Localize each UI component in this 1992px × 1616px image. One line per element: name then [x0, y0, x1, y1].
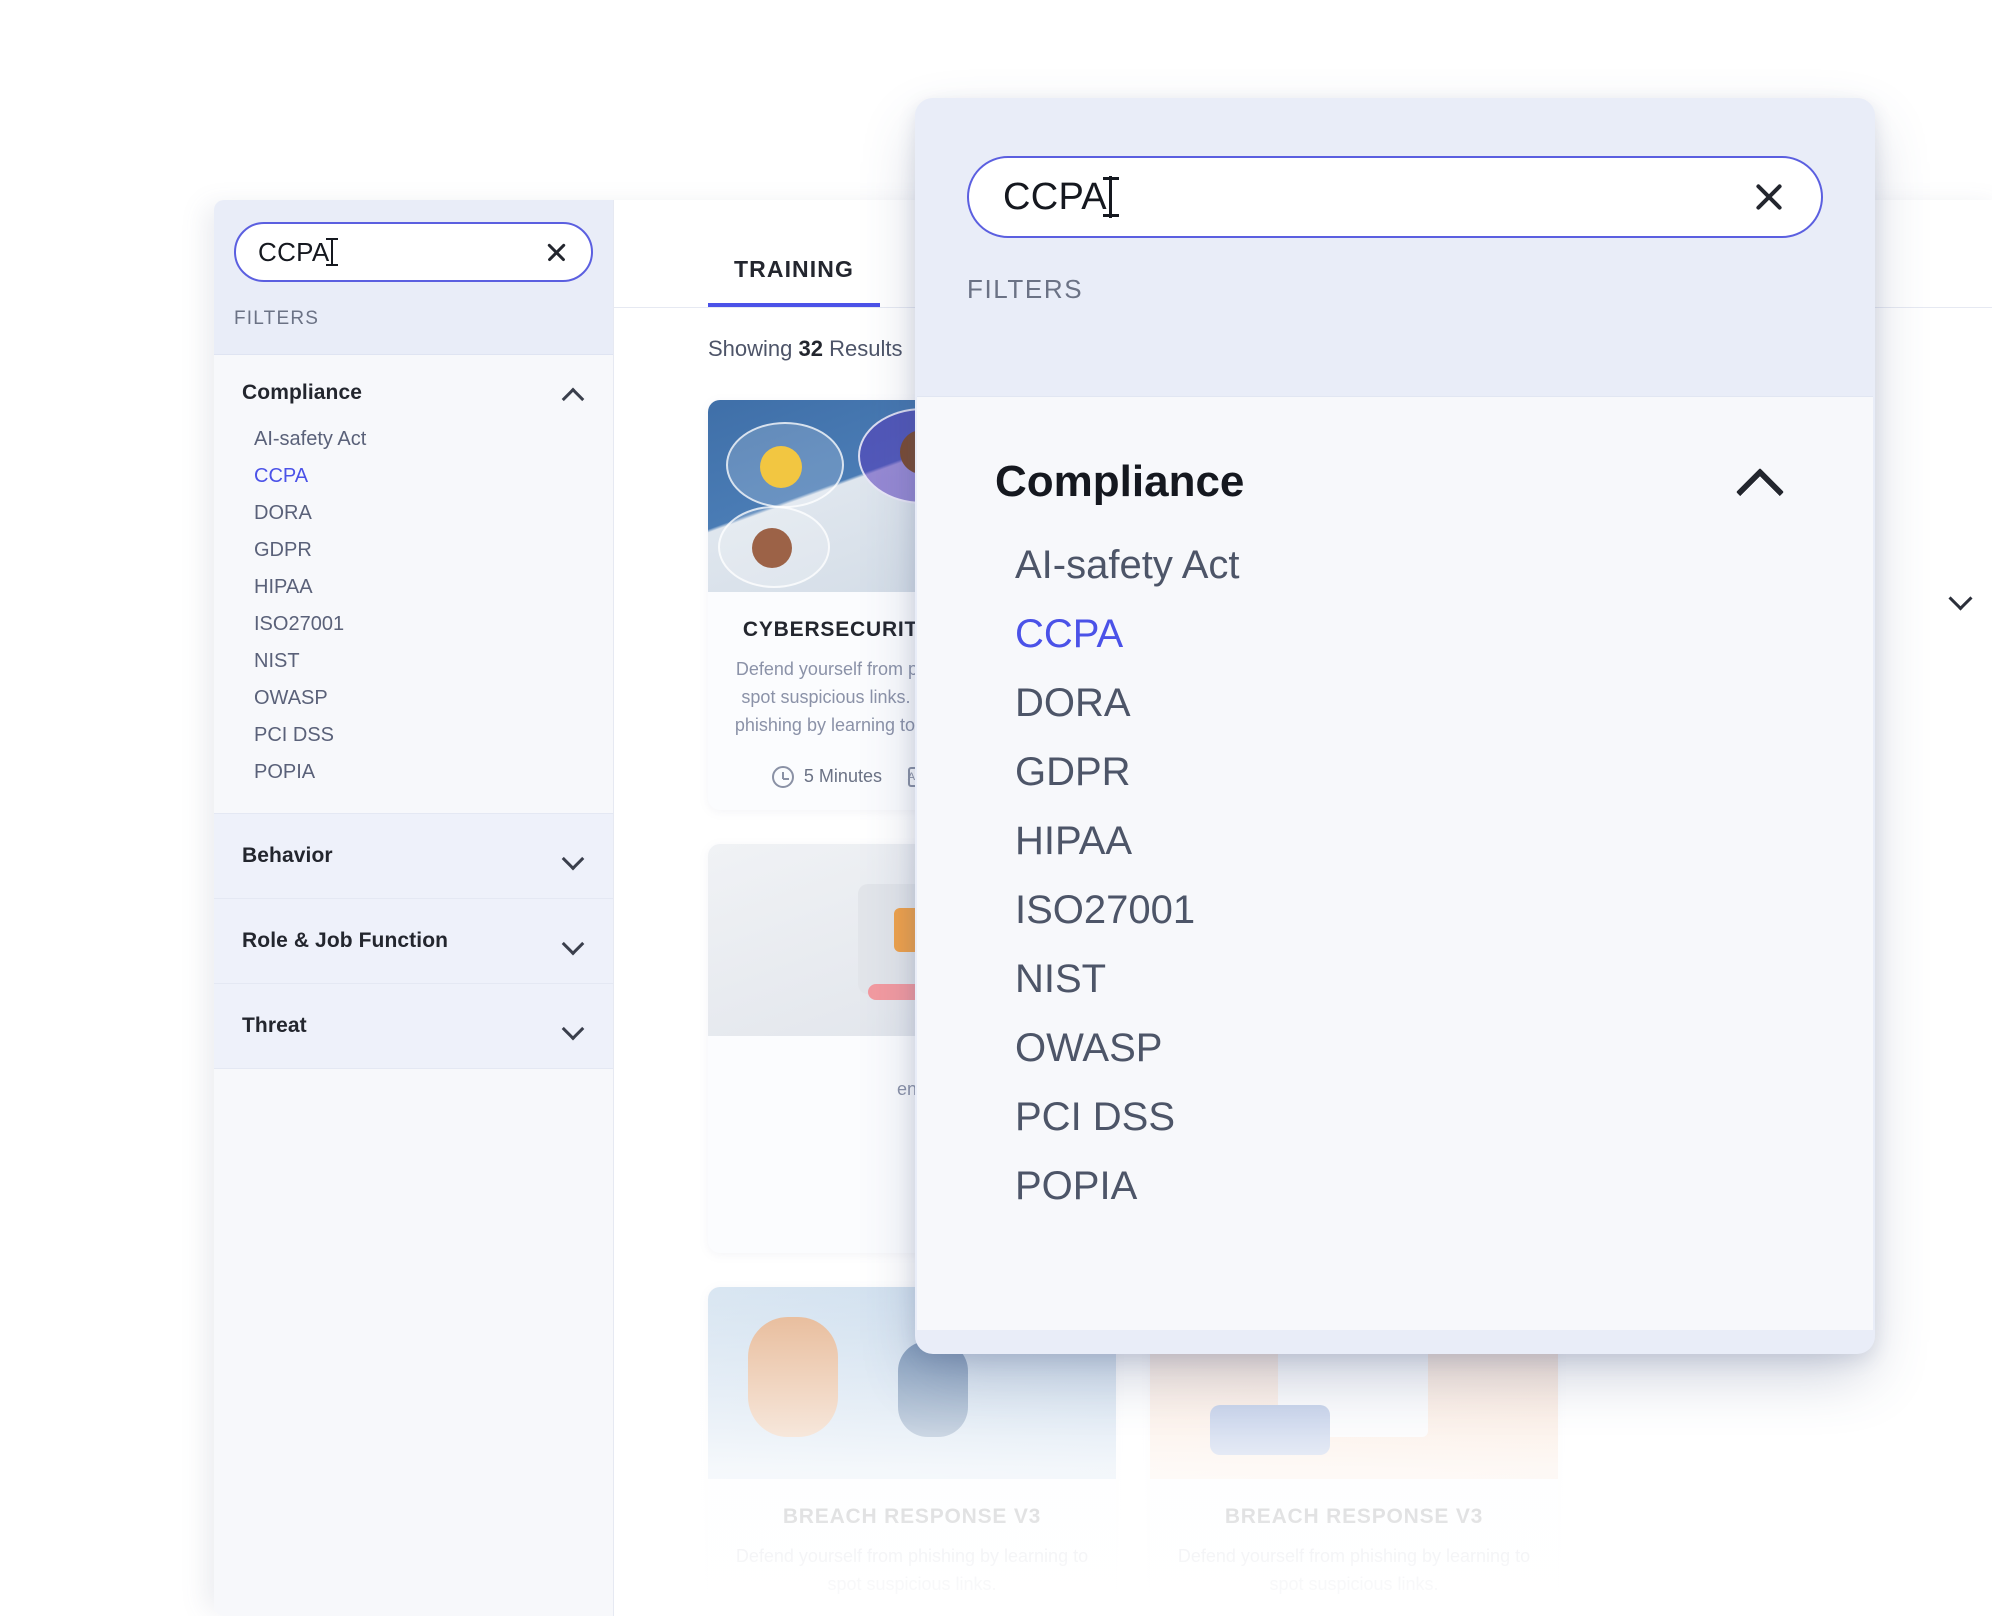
zoom-facet-item-ai-safety-act[interactable]: AI-safety Act: [995, 531, 1795, 600]
facet-item-popia[interactable]: POPIA: [242, 754, 585, 791]
zoom-filters-label: FILTERS: [967, 274, 1084, 304]
facet-compliance-title: Compliance: [242, 381, 363, 404]
zoom-search-input-value: CCPA: [1003, 175, 1107, 218]
tab-training[interactable]: TRAINING: [708, 256, 880, 307]
sidebar-search-section: CCPA FILTERS: [214, 200, 613, 355]
course-description: Defend yourself from phishing by learnin…: [1177, 1546, 1531, 1595]
results-count: 32: [798, 336, 823, 361]
chevron-down-icon[interactable]: [563, 1020, 585, 1033]
course-title: BREACH RESPONSE V3: [1224, 1505, 1484, 1529]
zoom-overlay-panel: CCPA FILTERS Compliance AI-safety Act CC…: [915, 98, 1875, 1354]
search-input-value: CCPA: [258, 236, 330, 267]
text-cursor-icon: [325, 238, 338, 266]
course-duration: 5 Minutes: [771, 765, 882, 788]
zoom-facet-list: AI-safety Act CCPA DORA GDPR HIPAA ISO27…: [917, 507, 1873, 1221]
clear-search-icon[interactable]: [543, 239, 569, 265]
course-card-body: BREACH RESPONSE V3 Defend yourself from …: [1150, 1479, 1558, 1616]
facet-item-ccpa[interactable]: CCPA: [242, 458, 585, 495]
zoom-search-section: CCPA FILTERS: [915, 98, 1875, 396]
zoom-facet-item-iso27001[interactable]: ISO27001: [995, 876, 1795, 945]
facet-compliance-header[interactable]: Compliance: [214, 355, 613, 421]
results-prefix: Showing: [708, 336, 793, 361]
zoom-facet-item-popia[interactable]: POPIA: [995, 1152, 1795, 1221]
chevron-up-icon[interactable]: [1739, 469, 1785, 495]
zoom-facet-item-ccpa[interactable]: CCPA: [995, 600, 1795, 669]
facet-role-job-function[interactable]: Role & Job Function: [214, 899, 613, 984]
chevron-down-icon[interactable]: [563, 850, 585, 863]
zoom-facet-header[interactable]: Compliance: [917, 397, 1873, 507]
zoom-facet-item-gdpr[interactable]: GDPR: [995, 738, 1795, 807]
clock-icon: [771, 765, 794, 788]
filters-sidebar: CCPA FILTERS Compliance AI-safety Act CC…: [214, 200, 614, 1616]
results-suffix: Results: [829, 336, 903, 361]
zoom-facet-item-owasp[interactable]: OWASP: [995, 1014, 1795, 1083]
zoom-facet-panel: Compliance AI-safety Act CCPA DORA GDPR …: [917, 396, 1873, 1330]
zoom-search-input[interactable]: CCPA: [967, 156, 1823, 238]
zoom-facet-item-dora[interactable]: DORA: [995, 669, 1795, 738]
facet-item-nist[interactable]: NIST: [242, 643, 585, 680]
facet-compliance: Compliance AI-safety Act CCPA DORA GDPR …: [214, 355, 613, 814]
facet-behavior[interactable]: Behavior: [214, 814, 613, 899]
zoom-facet-item-hipaa[interactable]: HIPAA: [995, 807, 1795, 876]
facet-behavior-header[interactable]: Behavior: [214, 814, 613, 898]
course-duration-label: 5 Minutes: [803, 766, 882, 787]
screenshot-root: CCPA FILTERS Compliance AI-safety Act CC…: [0, 0, 1992, 1616]
facet-compliance-list: AI-safety Act CCPA DORA GDPR HIPAA ISO27…: [214, 421, 613, 813]
facet-item-gdpr[interactable]: GDPR: [242, 532, 585, 569]
zoom-facet-item-pci-dss[interactable]: PCI DSS: [995, 1083, 1795, 1152]
facet-item-iso27001[interactable]: ISO27001: [242, 606, 585, 643]
facet-item-pci-dss[interactable]: PCI DSS: [242, 717, 585, 754]
filters-label: FILTERS: [234, 308, 320, 329]
text-cursor-icon: [1102, 176, 1119, 218]
zoom-clear-search-icon[interactable]: [1751, 179, 1787, 215]
facet-item-hipaa[interactable]: HIPAA: [242, 569, 585, 606]
facet-item-ai-safety-act[interactable]: AI-safety Act: [242, 421, 585, 458]
course-description: Defend yourself from phishing by learnin…: [735, 1546, 1089, 1595]
chevron-up-icon[interactable]: [563, 387, 585, 400]
facet-threat-title: Threat: [242, 1014, 307, 1037]
search-input[interactable]: CCPA: [234, 222, 593, 282]
facet-threat-header[interactable]: Threat: [214, 984, 613, 1068]
chevron-down-icon[interactable]: [563, 935, 585, 948]
zoom-facet-item-nist[interactable]: NIST: [995, 945, 1795, 1014]
course-title: BREACH RESPONSE V3: [782, 1505, 1042, 1529]
facet-threat[interactable]: Threat: [214, 984, 613, 1069]
course-card-body: BREACH RESPONSE V3 Defend yourself from …: [708, 1479, 1116, 1616]
zoom-facet-title: Compliance: [995, 457, 1245, 506]
facet-item-owasp[interactable]: OWASP: [242, 680, 585, 717]
facet-role-job-function-header[interactable]: Role & Job Function: [214, 899, 613, 983]
facet-role-job-function-title: Role & Job Function: [242, 929, 449, 952]
facet-behavior-title: Behavior: [242, 844, 333, 867]
facet-item-dora[interactable]: DORA: [242, 495, 585, 532]
